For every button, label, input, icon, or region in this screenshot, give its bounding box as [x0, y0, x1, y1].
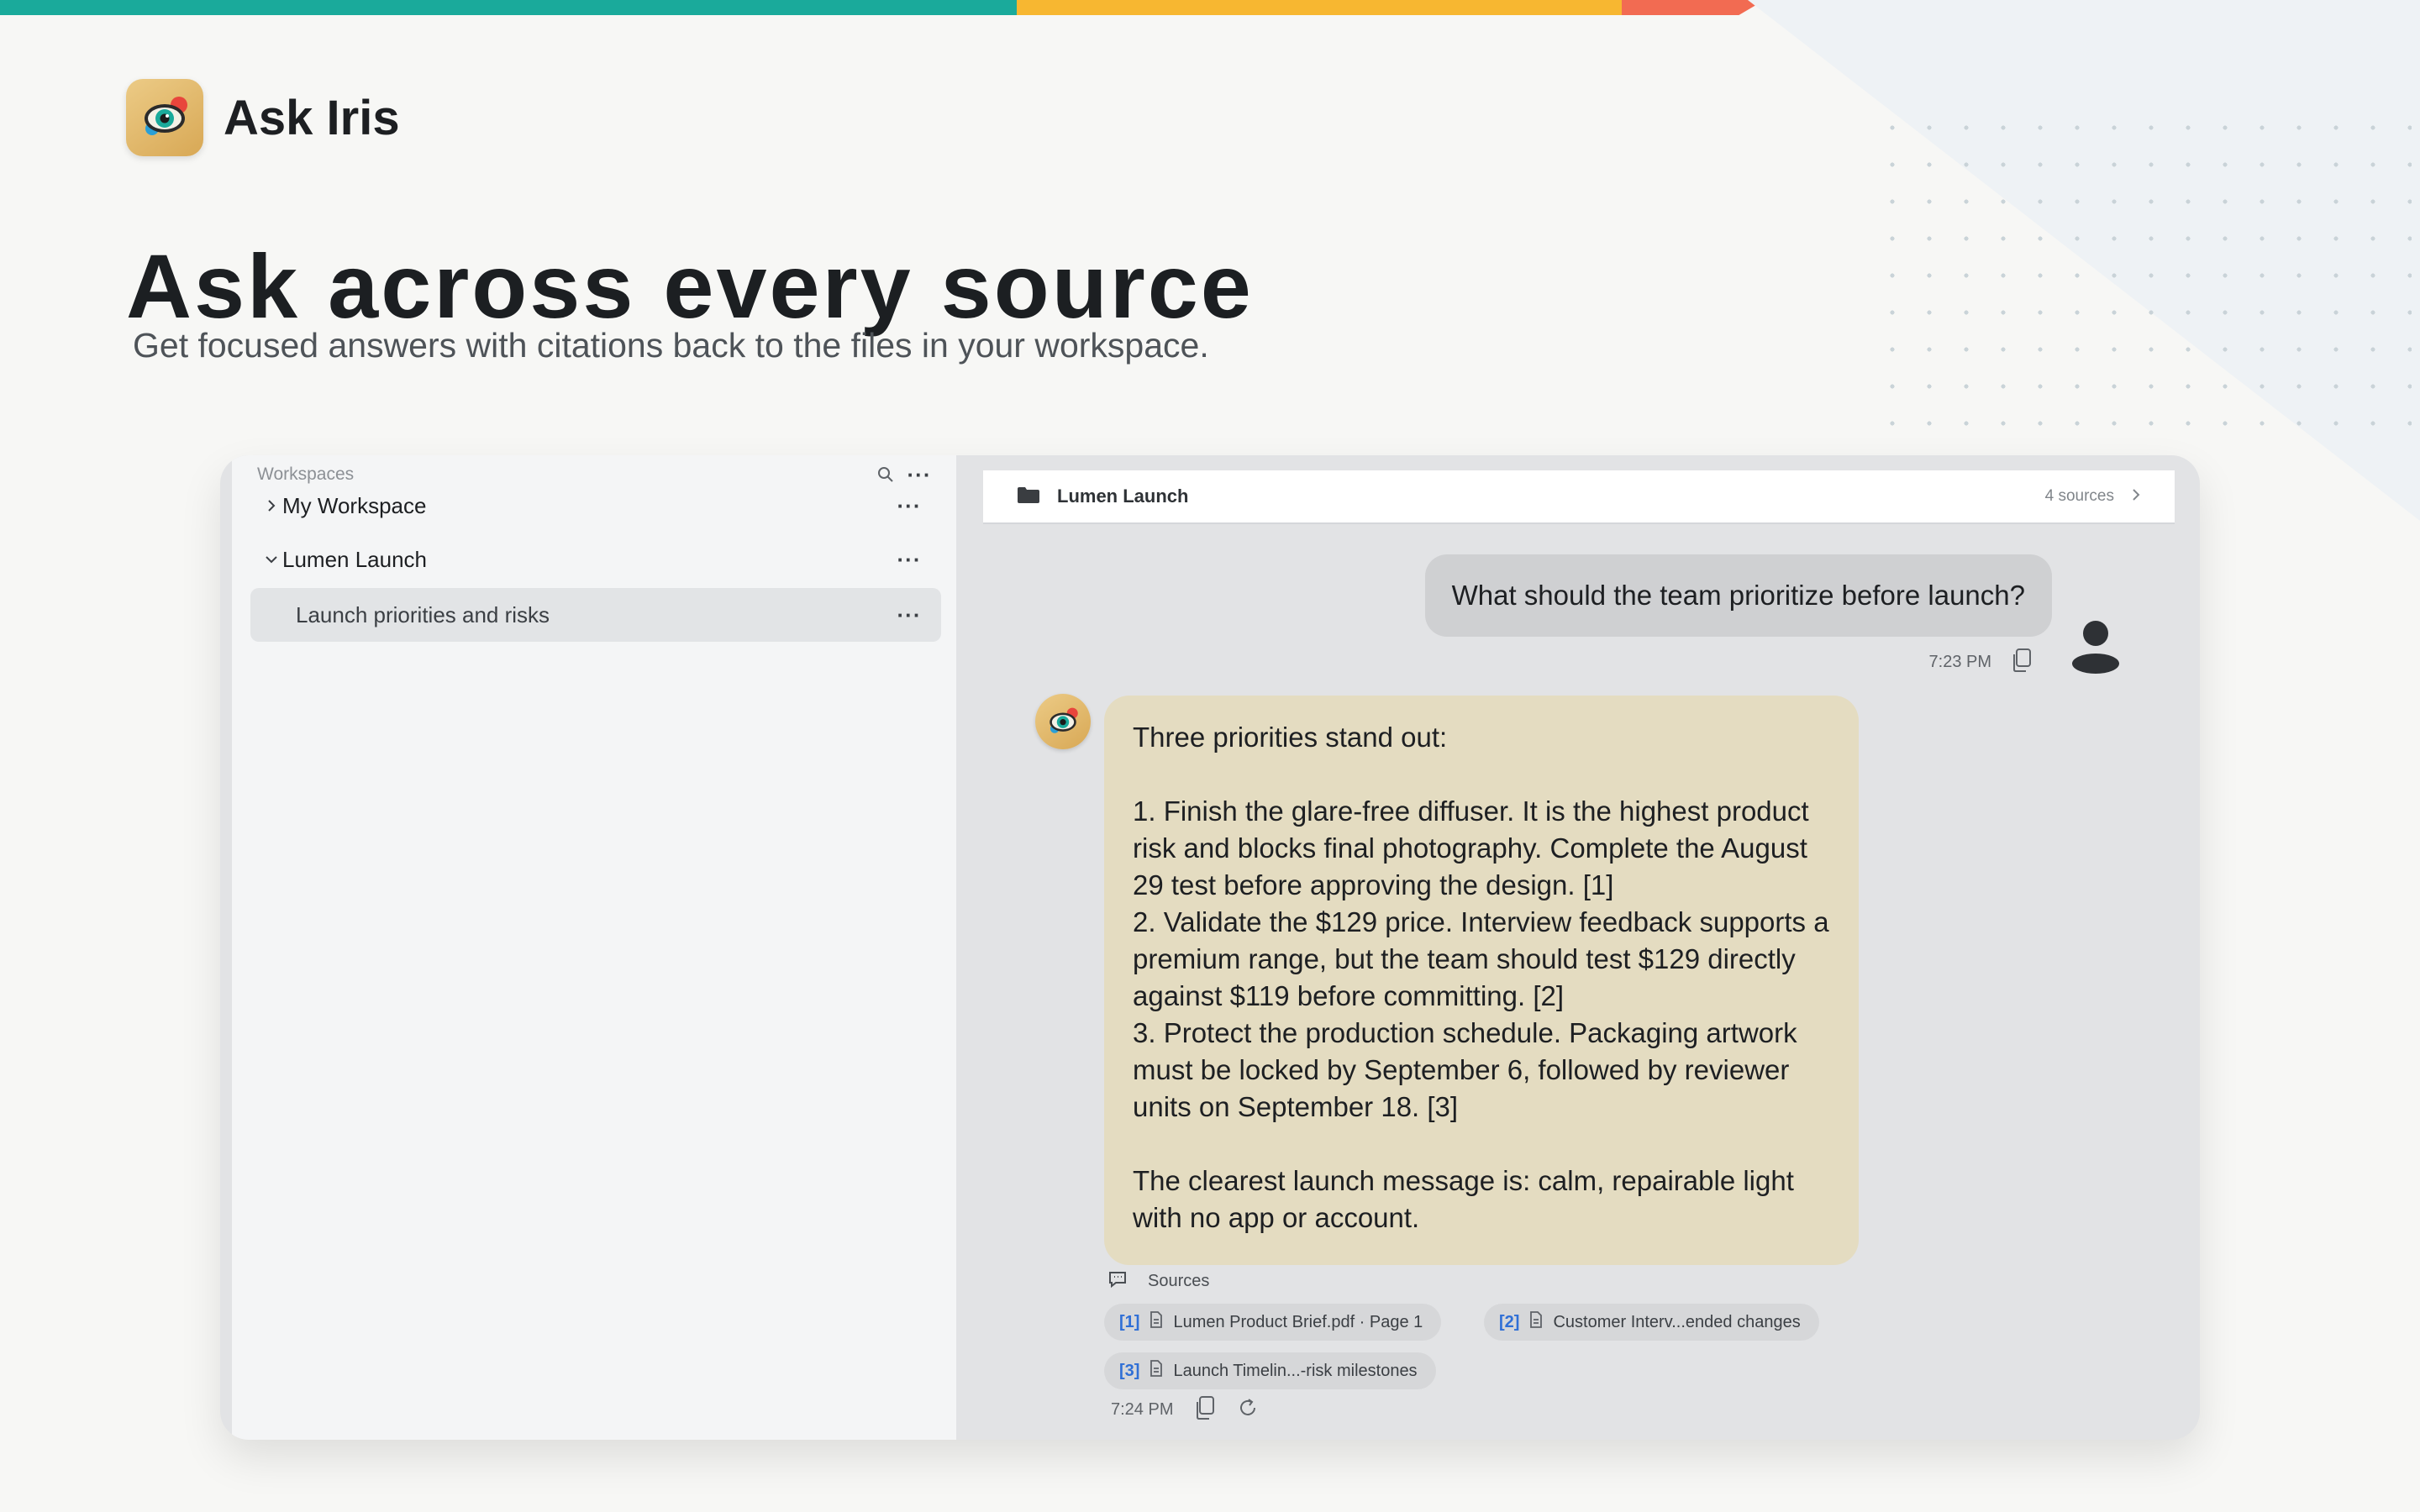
chat-panel: Lumen Launch 4 sources What should the t… — [956, 455, 2200, 1440]
document-icon — [1150, 1360, 1163, 1382]
source-title: Customer Interv...ended changes — [1553, 1312, 1801, 1331]
more-options-icon[interactable]: ··· — [889, 598, 929, 632]
source-chip[interactable]: [3] Launch Timelin...-risk milestones — [1104, 1352, 1436, 1389]
user-message-meta: 7:23 PM — [1929, 647, 2033, 678]
copy-icon[interactable] — [1193, 1394, 1217, 1425]
message-timestamp: 7:24 PM — [1111, 1400, 1174, 1419]
user-avatar-icon — [2070, 617, 2121, 674]
more-options-icon[interactable]: ··· — [889, 543, 929, 576]
sources-header: Sources — [1107, 1270, 1209, 1293]
sidebar: Workspaces ··· My Workspace ··· Lumen La… — [232, 455, 956, 1440]
source-title: Launch Timelin...-risk milestones — [1173, 1361, 1418, 1380]
sidebar-item-label: Lumen Launch — [282, 546, 428, 572]
assistant-point: 1. Finish the glare-free diffuser. It is… — [1133, 795, 1817, 900]
chevron-right-icon — [262, 498, 281, 513]
sidebar-item-label: Launch priorities and risks — [296, 601, 550, 627]
sidebar-item-my-workspace[interactable]: My Workspace ··· — [250, 479, 941, 533]
sidebar-item-label: My Workspace — [282, 492, 427, 518]
assistant-conclusion: The clearest launch message is: calm, re… — [1133, 1165, 1802, 1233]
user-message: What should the team prioritize before l… — [1424, 554, 2052, 637]
chevron-down-icon — [262, 554, 281, 565]
citation-ref: [3] — [1119, 1361, 1140, 1380]
source-count[interactable]: 4 sources — [2045, 487, 2114, 506]
app-logo-icon — [126, 79, 203, 156]
assistant-point: 2. Validate the $129 price. Interview fe… — [1133, 906, 1837, 1011]
chevron-right-icon[interactable] — [2131, 487, 2141, 507]
folder-icon — [1017, 486, 1040, 508]
citation-ref: [1] — [1119, 1312, 1140, 1331]
source-chip[interactable]: [2] Customer Interv...ended changes — [1484, 1304, 1819, 1341]
assistant-intro: Three priorities stand out: — [1133, 722, 1448, 753]
regenerate-icon[interactable] — [1237, 1397, 1259, 1423]
brand: Ask Iris — [126, 79, 400, 156]
sidebar-item-lumen-launch[interactable]: Lumen Launch ··· — [250, 533, 941, 586]
chat-header: Lumen Launch 4 sources — [983, 470, 2175, 524]
chat-bubble-icon — [1107, 1270, 1128, 1293]
source-title: Lumen Product Brief.pdf · Page 1 — [1173, 1312, 1423, 1331]
document-icon — [1529, 1311, 1543, 1333]
document-icon — [1150, 1311, 1163, 1333]
decorative-dot-grid — [1874, 109, 2412, 445]
app-name: Ask Iris — [224, 90, 400, 145]
source-chip[interactable]: [1] Lumen Product Brief.pdf · Page 1 — [1104, 1304, 1442, 1341]
hero-headline: Ask across every source — [126, 235, 1254, 337]
brand-color-strip — [0, 0, 1765, 15]
assistant-point: 3. Protect the production schedule. Pack… — [1133, 1017, 1805, 1122]
hero-subhead: Get focused answers with citations back … — [133, 326, 1209, 365]
assistant-avatar-icon — [1035, 694, 1091, 749]
sources-label: Sources — [1148, 1272, 1210, 1290]
copy-icon[interactable] — [2010, 647, 2033, 678]
app-window: Workspaces ··· My Workspace ··· Lumen La… — [220, 455, 2200, 1440]
sidebar-item-launch-priorities[interactable]: Launch priorities and risks ··· — [250, 588, 941, 642]
assistant-message-meta: 7:24 PM — [1111, 1394, 1259, 1425]
message-timestamp: 7:23 PM — [1928, 653, 1991, 671]
more-options-icon[interactable]: ··· — [889, 489, 929, 522]
chat-title: Lumen Launch — [1057, 486, 1189, 507]
citation-ref: [2] — [1499, 1312, 1520, 1331]
assistant-message: Three priorities stand out: 1. Finish th… — [1104, 696, 1859, 1265]
